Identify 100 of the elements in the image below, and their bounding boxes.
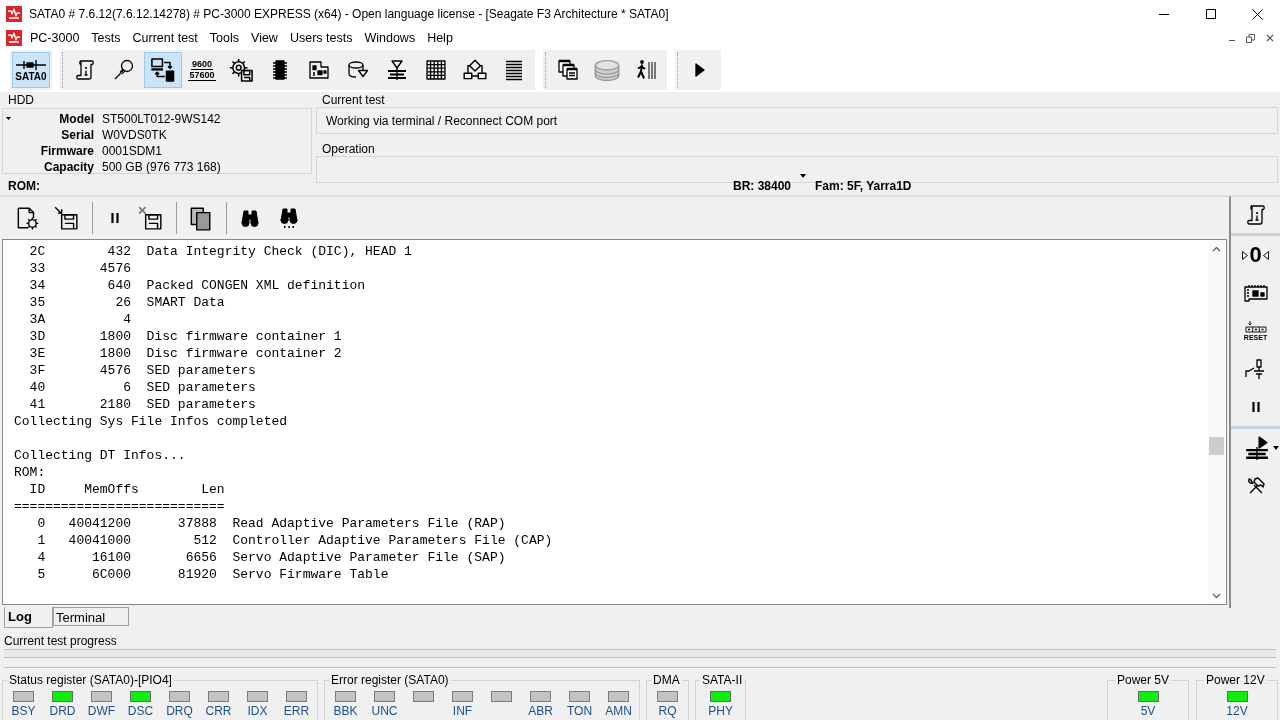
field-value: 0001SDM1 [102, 143, 164, 159]
floppy-arrow-icon [53, 205, 79, 231]
indicator-label: DWF [87, 704, 116, 718]
menu-item[interactable]: Tools [203, 28, 246, 48]
baud-rate-button[interactable]: 9600 57600 [183, 52, 221, 88]
log-line: 2C 432 Data Integrity Check (DIC), HEAD 1 [28, 243, 412, 260]
maximize-icon [1205, 9, 1216, 19]
scroll-info-icon [73, 58, 97, 82]
menu-item[interactable]: View [245, 28, 284, 48]
indicator-label: BBK [333, 704, 358, 718]
log-line: 3D 1800 Disc firmware container 1 [28, 328, 342, 345]
log-line: ROM: [14, 464, 46, 481]
app-logo-icon [6, 6, 22, 22]
log-line: 5 6C000 81920 Servo Firmware Table [36, 566, 389, 583]
tab[interactable]: Log [4, 607, 53, 628]
log-line: 3A 4 [28, 311, 132, 328]
log-line: 34 640 Packed CONGEN XML definition [28, 277, 366, 294]
log-line: 3E 1800 Disc firmware container 2 [28, 345, 342, 362]
counter-icon [1244, 320, 1267, 334]
caret-down-icon [1272, 446, 1279, 450]
group-title: Current test [321, 94, 386, 107]
menu-item[interactable]: Users tests [283, 28, 359, 48]
scrollbar-thumb[interactable] [1209, 437, 1224, 455]
field-label: Firmware [39, 143, 94, 159]
progress-label: Current test progress [4, 634, 117, 648]
menu-item[interactable]: Tests [85, 28, 127, 48]
field-label: Serial [60, 127, 94, 143]
pause-icon [108, 211, 122, 225]
chevron-down-icon [1212, 592, 1221, 599]
magnifier-icon [112, 58, 136, 82]
binoculars-icon [240, 209, 260, 227]
current-test-value: Working via terminal / Reconnect COM port [326, 112, 558, 130]
play-icon [694, 62, 706, 78]
menu-item[interactable]: PC-3000 [24, 28, 86, 48]
indicator-label: ABR [528, 704, 553, 718]
log-line: 0 40041200 37888 Read Adaptive Parameters File (RAP) [36, 515, 506, 532]
triangle-left-icon [1262, 250, 1269, 260]
restore-icon [1246, 33, 1255, 43]
mdi-restore-button[interactable] [1244, 31, 1257, 45]
stacked-windows-icon [556, 58, 580, 82]
tools-icon [1245, 476, 1266, 496]
register-group-title: Power 5V [1115, 673, 1172, 687]
window-title: SATA0 # 7.6.12(7.6.12.14278) # PC-3000 EXPRESS (x64) - Open language license - [Seagate F3 Architecture * SATA0] [29, 6, 669, 23]
transfer-icon [149, 56, 177, 84]
indicator-label: RQ [658, 704, 677, 718]
indicator-label: ERR [283, 704, 310, 718]
log-line: =========================== [14, 498, 225, 515]
triangle-right-icon [1242, 250, 1249, 260]
log-line: 35 26 SMART Data [28, 294, 225, 311]
register-group-title: Power 12V [1204, 673, 1267, 687]
chevron-up-icon [1212, 245, 1221, 252]
tab[interactable]: Terminal [53, 607, 129, 626]
menu-item[interactable]: Windows [358, 28, 422, 48]
caret-down-icon [800, 174, 806, 178]
floppy-cross-icon [137, 205, 163, 231]
platter-play-icon [1243, 435, 1270, 461]
indicator-label: TON [566, 704, 593, 718]
register-group-title: Status register (SATA0)-[PIO4] [7, 673, 174, 687]
indicator-label: UNC [371, 704, 398, 718]
log-line: 41 2180 SED parameters [28, 396, 256, 413]
field-label: Model [58, 111, 94, 127]
close-icon [1251, 8, 1263, 20]
circuit-board-icon [307, 58, 331, 82]
indicator-label: AMN [605, 704, 632, 718]
log-line: 40 6 SED parameters [28, 379, 256, 396]
area-label: ROM: [8, 177, 41, 195]
platter-head-icon [385, 58, 409, 82]
menu-item[interactable]: Help [421, 28, 459, 48]
log-line: Collecting DT Infos... [14, 447, 186, 464]
log-line: 33 4576 [28, 260, 132, 277]
connector-icon [15, 58, 47, 71]
log-line: ID MemOffs Len [28, 481, 225, 498]
log-line: 3F 4576 SED parameters [28, 362, 256, 379]
indicator-label: 12V [1226, 704, 1248, 718]
log-line: Collecting Sys File Infos completed [14, 413, 288, 430]
indicator-label: PHY [708, 704, 733, 718]
indicator-label: 5V [1140, 704, 1156, 718]
field-label: Capacity [42, 159, 94, 175]
grid-icon [424, 58, 448, 82]
toolbar-button[interactable] [144, 52, 182, 88]
indicator-label: BSY [11, 704, 36, 718]
field-value: 500 GB (976 773 168) [102, 159, 221, 175]
family-label: Fam: 5F, Yarra1D [815, 177, 912, 195]
side-toolbar-button[interactable]: 0 [1231, 236, 1280, 274]
close-icon [1265, 34, 1274, 42]
indicator-label: CRR [205, 704, 232, 718]
binoculars-dots-icon [279, 207, 299, 229]
circuit-board-icon [1242, 283, 1269, 303]
field-value: W0VDS0TK [102, 127, 168, 143]
register-group-title: Error register (SATA0) [329, 673, 451, 687]
log-line: 4 16100 6656 Servo Adaptive Parameter File (SAP) [36, 549, 506, 566]
register-group-title: SATA-II [700, 673, 745, 687]
indicator-label: DRQ [166, 704, 193, 718]
menu-item[interactable]: Current test [126, 28, 204, 48]
caret-down-icon [6, 117, 11, 120]
gear-floppy-icon [227, 56, 255, 84]
field-value: ST500LT012-9WS142 [102, 111, 221, 127]
indicator-label: IDX [247, 704, 268, 718]
port-button[interactable]: SATA0 [12, 52, 50, 88]
register-group-title: DMA [651, 673, 682, 687]
